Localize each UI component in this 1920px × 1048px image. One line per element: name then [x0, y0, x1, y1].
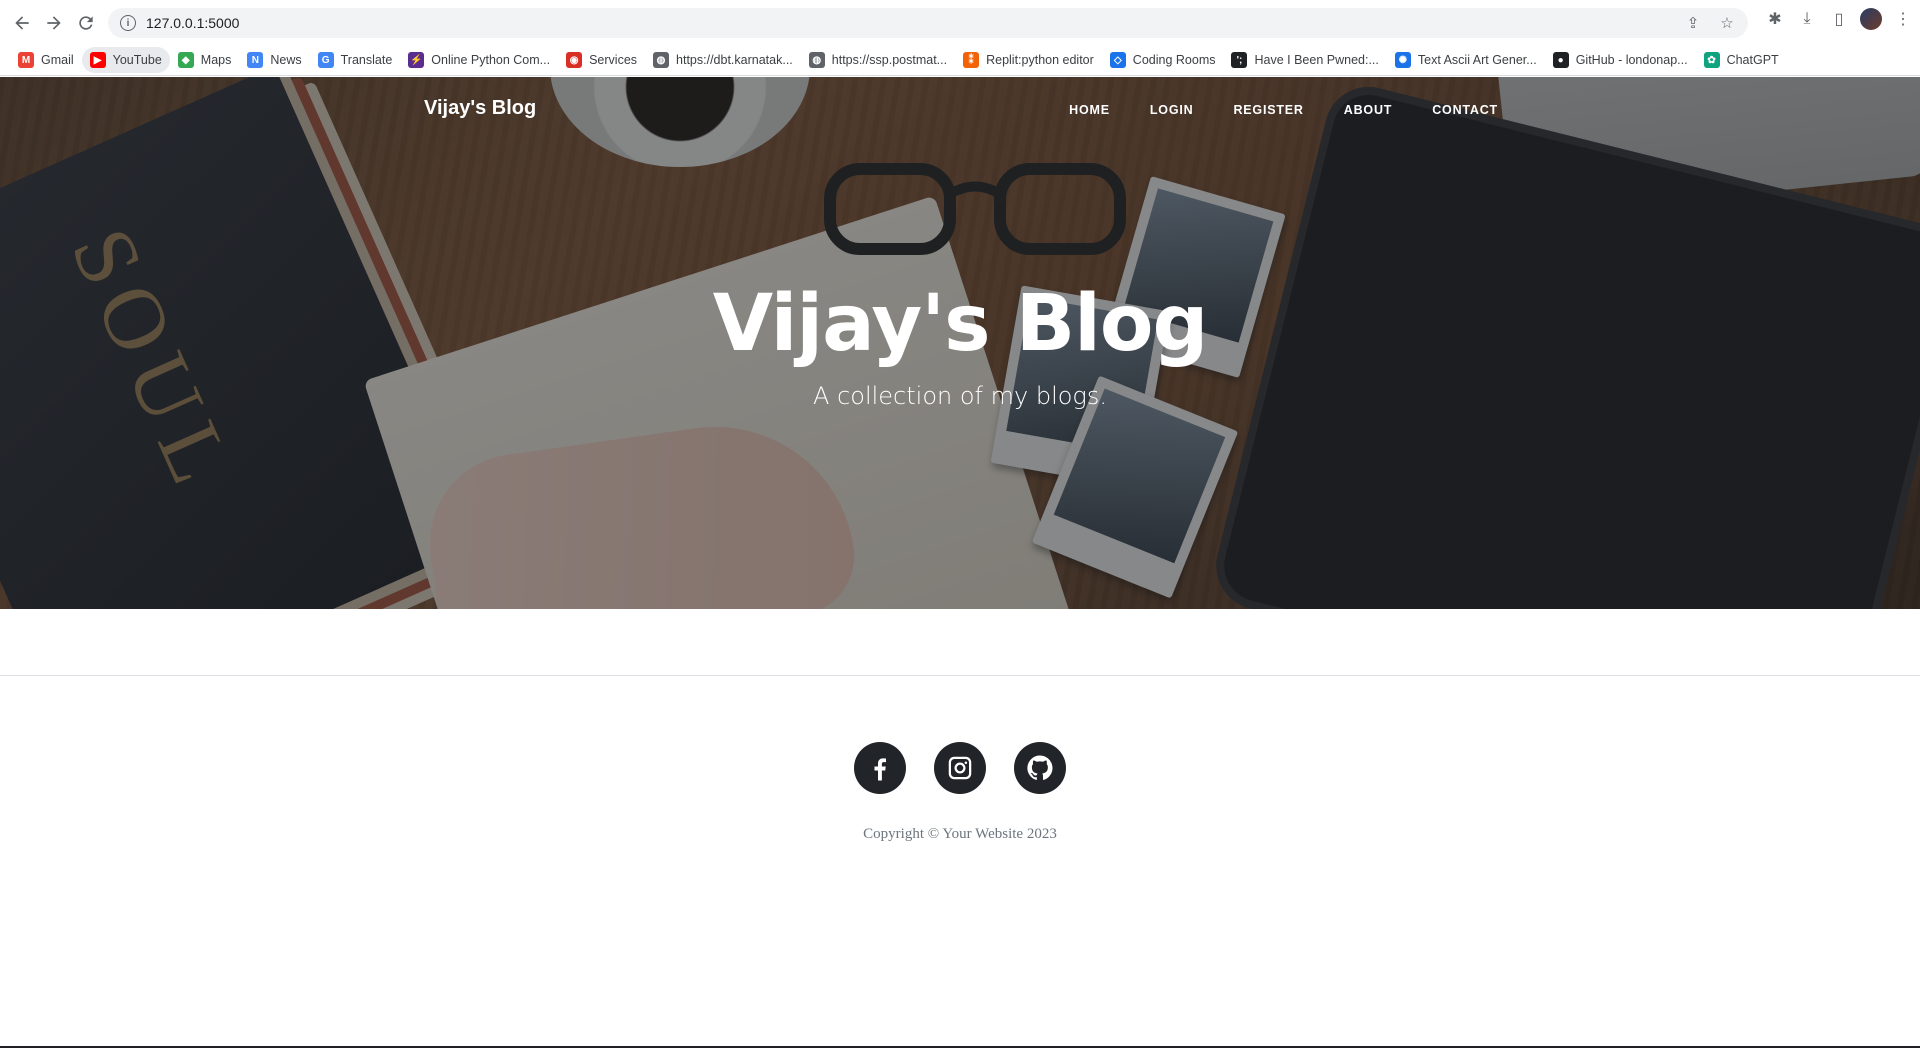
bookmark-label: https://dbt.karnatak...: [676, 53, 793, 67]
navbar-brand[interactable]: Vijay's Blog: [424, 97, 536, 120]
maps-icon: ◆: [177, 52, 194, 68]
footer-divider: [0, 675, 1920, 676]
replit-icon: ⁑: [963, 52, 980, 68]
ascii-art-icon: ✺: [1394, 52, 1411, 68]
bookmark-star-icon[interactable]: ☆: [1718, 14, 1736, 32]
share-icon[interactable]: ⇪: [1684, 14, 1702, 32]
instagram-link[interactable]: [934, 742, 986, 794]
bookmark-item[interactable]: ⁑ Replit:python editor: [955, 47, 1102, 73]
bookmark-label: YouTube: [112, 53, 162, 67]
bookmark-label: GitHub - londonap...: [1575, 53, 1688, 67]
bookmark-label: Replit:python editor: [986, 53, 1094, 67]
youtube-icon: ▶: [89, 52, 106, 68]
gmail-icon: M: [18, 52, 34, 68]
bookmark-item[interactable]: ◍ https://dbt.karnatak...: [645, 47, 801, 73]
extensions-icon[interactable]: ✱: [1764, 8, 1786, 30]
nav-link-register[interactable]: REGISTER: [1213, 103, 1323, 117]
services-icon: ◉: [566, 52, 583, 68]
hero-header: SOUL Vijay's Blog HOME LOGIN REGISTER AB…: [0, 77, 1920, 609]
bookmark-label: https://ssp.postmat...: [831, 53, 948, 67]
nav-link-contact[interactable]: CONTACT: [1412, 103, 1498, 117]
nav-link-about[interactable]: ABOUT: [1324, 103, 1412, 117]
back-icon[interactable]: [6, 7, 38, 39]
bookmark-label: Services: [589, 53, 638, 67]
bookmark-item[interactable]: ◉ Services: [558, 47, 645, 73]
globe-icon: ◍: [653, 52, 670, 68]
bookmark-item[interactable]: G Translate: [310, 47, 401, 73]
profile-avatar[interactable]: [1860, 8, 1882, 30]
globe-icon: ◍: [808, 52, 825, 68]
bookmark-item[interactable]: ● GitHub - londonap...: [1545, 47, 1696, 73]
bookmark-item[interactable]: N News: [239, 47, 309, 73]
url-text[interactable]: 127.0.0.1:5000: [146, 15, 239, 31]
github-icon: [1027, 755, 1053, 780]
forward-icon[interactable]: [38, 7, 70, 39]
bookmark-item[interactable]: ⚡ Online Python Com...: [400, 47, 558, 73]
address-bar[interactable]: i 127.0.0.1:5000 ⇪ ☆: [108, 8, 1748, 38]
python-compiler-icon: ⚡: [408, 52, 425, 68]
instagram-icon: [948, 756, 972, 780]
nav-menu: HOME LOGIN REGISTER ABOUT CONTACT: [1049, 103, 1498, 117]
site-info-icon[interactable]: i: [120, 15, 136, 31]
bookmark-label: Gmail: [41, 53, 74, 67]
bookmark-item[interactable]: '; Have I Been Pwned:...: [1223, 47, 1386, 73]
bookmark-label: Coding Rooms: [1132, 53, 1216, 67]
bookmark-item[interactable]: ✺ Text Ascii Art Gener...: [1387, 47, 1545, 73]
bookmark-label: Text Ascii Art Gener...: [1417, 53, 1537, 67]
github-link[interactable]: [1014, 742, 1066, 794]
bookmark-item[interactable]: ◆ Maps: [170, 47, 240, 73]
bookmark-item[interactable]: M Gmail: [10, 47, 82, 73]
bookmark-item[interactable]: ◍ https://ssp.postmat...: [801, 47, 955, 73]
bookmark-item[interactable]: ▶ YouTube: [81, 47, 170, 73]
github-icon: ●: [1552, 52, 1569, 68]
bookmark-label: Translate: [340, 53, 393, 67]
bookmark-label: ChatGPT: [1726, 53, 1779, 67]
bookmark-label: Online Python Com...: [431, 53, 551, 67]
hero-title: Vijay's Blog: [712, 279, 1209, 369]
download-icon[interactable]: ⤓: [1796, 8, 1818, 30]
nav-link-login[interactable]: LOGIN: [1130, 103, 1214, 117]
bookmark-label: Maps: [200, 53, 232, 67]
facebook-link[interactable]: [854, 742, 906, 794]
bookmark-item[interactable]: ✿ ChatGPT: [1696, 47, 1787, 73]
menu-kebab-icon[interactable]: ⋮: [1892, 8, 1914, 30]
browser-toolbar: i 127.0.0.1:5000 ⇪ ☆ ✱ ⤓ ▯ ⋮: [0, 0, 1920, 45]
bookmarks-bar: M Gmail ▶ YouTube ◆ Maps N News G Translate ⚡ Onlin…: [0, 45, 1920, 76]
side-panel-icon[interactable]: ▯: [1828, 8, 1850, 30]
chatgpt-icon: ✿: [1703, 52, 1720, 68]
facebook-icon: [874, 758, 886, 781]
nav-link-home[interactable]: HOME: [1049, 103, 1130, 117]
translate-icon: G: [317, 52, 334, 68]
bookmark-label: News: [270, 53, 302, 67]
hero-subtitle: A collection of my blogs.: [813, 382, 1107, 410]
hibp-icon: ';: [1231, 52, 1248, 68]
social-links: [0, 742, 1920, 794]
site-navbar: Vijay's Blog HOME LOGIN REGISTER ABOUT C…: [0, 77, 1920, 143]
copyright-text: Copyright © Your Website 2023: [863, 826, 1057, 842]
coding-rooms-icon: ◇: [1109, 52, 1126, 68]
page-content: SOUL Vijay's Blog HOME LOGIN REGISTER AB…: [0, 77, 1920, 1048]
news-icon: N: [247, 52, 264, 68]
bookmark-label: Have I Been Pwned:...: [1254, 53, 1379, 67]
bookmark-item[interactable]: ◇ Coding Rooms: [1102, 47, 1224, 73]
reload-icon[interactable]: [70, 7, 102, 39]
